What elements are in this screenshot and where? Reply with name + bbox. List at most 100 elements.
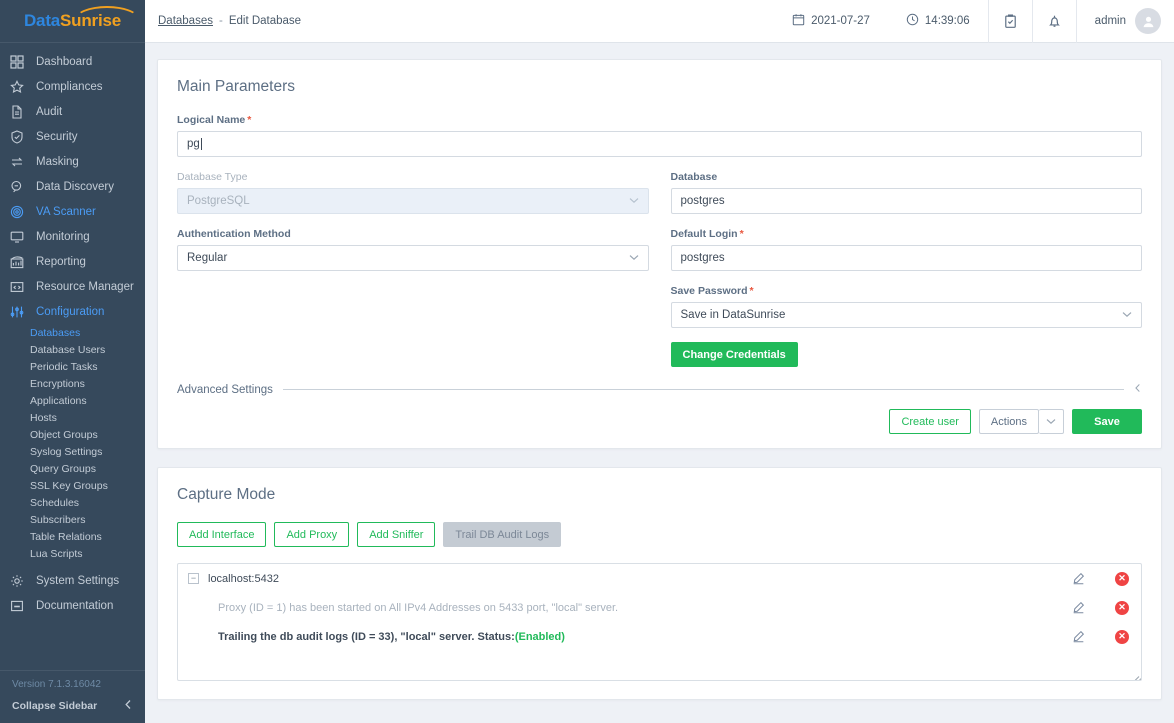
field-label-text: Save Password [670,285,748,297]
sidebar-item-resource-manager[interactable]: Resource Manager [0,274,145,299]
sidebar-item-documentation[interactable]: Documentation [0,593,145,618]
clipboard-check-icon[interactable] [987,0,1032,43]
sidebar-subitem-subscribers[interactable]: Subscribers [0,511,145,528]
capture-mode-title: Capture Mode [177,486,276,503]
book-icon [10,598,32,614]
field-label: Logical Name * [177,114,1142,126]
sidebar-subitem-query-groups[interactable]: Query Groups [0,460,145,477]
sidebar-item-monitoring[interactable]: Monitoring [0,224,145,249]
sidebar-item-label: Monitoring [36,230,90,243]
pencil-icon[interactable] [1072,572,1085,585]
sidebar-subitem-label: Database Users [30,343,106,356]
chevron-down-icon [629,196,639,207]
sidebar-item-compliances[interactable]: Compliances [0,74,145,99]
sidebar-item-va-scanner[interactable]: VA Scanner [0,199,145,224]
delete-circle-icon[interactable]: ✕ [1115,571,1129,586]
document-icon [10,104,32,120]
sidebar-footer: Version 7.1.3.16042 Collapse Sidebar [0,670,145,723]
breadcrumb-link-databases[interactable]: Databases [158,15,213,27]
chevron-down-icon [629,253,639,264]
sidebar-subitem-syslog-settings[interactable]: Syslog Settings [0,443,145,460]
sidebar-subitem-database-users[interactable]: Database Users [0,341,145,358]
magnifier-chat-icon [10,179,32,195]
collapse-sidebar-button[interactable]: Collapse Sidebar [12,699,145,713]
resize-handle[interactable] [1128,667,1141,680]
sidebar-item-label: Dashboard [36,55,93,68]
create-user-button[interactable]: Create user [889,409,971,434]
time-display: 14:39:06 [888,8,988,34]
logical-name-input[interactable]: pg [177,131,1142,157]
sidebar-subitem-ssl-key-groups[interactable]: SSL Key Groups [0,477,145,494]
parameters-left-column: Database Type PostgreSQL Authentication … [177,171,649,367]
field-logical-name: Logical Name * pg [177,114,1142,157]
sidebar-item-label: System Settings [36,574,120,587]
sidebar-subitem-label: Table Relations [30,530,102,543]
sidebar-item-label: VA Scanner [36,205,96,218]
logo[interactable]: DataSunrise [0,0,145,43]
actions-button[interactable]: Actions [978,409,1039,434]
default-login-input[interactable]: postgres [670,245,1142,271]
change-credentials-button[interactable]: Change Credentials [670,342,798,367]
pencil-icon[interactable] [1072,630,1085,643]
monitor-icon [10,229,32,245]
parameters-grid: Database Type PostgreSQL Authentication … [177,171,1142,367]
field-label: Database [670,171,718,183]
delete-circle-icon[interactable]: ✕ [1115,629,1129,644]
add-proxy-button[interactable]: Add Proxy [274,522,350,547]
authentication-method-select[interactable]: Regular [177,245,649,271]
add-sniffer-button[interactable]: Add Sniffer [357,522,436,547]
sidebar-subitem-label: Encryptions [30,377,85,390]
date-display: 2021-07-27 [774,8,888,34]
sidebar-item-security[interactable]: Security [0,124,145,149]
tree-row-text: Trailing the db audit logs (ID = 33), "l… [218,630,515,643]
grid-icon [10,54,32,70]
save-button[interactable]: Save [1072,409,1142,434]
field-label: Save Password * [671,285,1143,297]
chevron-left-icon[interactable] [1134,383,1142,396]
sidebar-subitem-applications[interactable]: Applications [0,392,145,409]
sidebar-subitem-databases[interactable]: Databases [0,324,145,341]
field-authentication-method: Authentication Method Regular [177,228,649,271]
bell-icon[interactable] [1031,0,1076,43]
sidebar-subitem-label: Databases [30,326,81,339]
tree-collapse-toggle[interactable]: − [188,573,199,584]
time-value: 14:39:06 [924,15,970,27]
save-password-value: Save in DataSunrise [680,309,786,321]
sidebar-subitem-object-groups[interactable]: Object Groups [0,426,145,443]
required-marker: * [739,228,744,240]
sidebar-item-data-discovery[interactable]: Data Discovery [0,174,145,199]
add-interface-button[interactable]: Add Interface [177,522,267,547]
sidebar-item-dashboard[interactable]: Dashboard [0,49,145,74]
database-input[interactable]: postgres [670,188,1142,214]
version-label: Version 7.1.3.16042 [12,679,101,690]
sidebar-item-reporting[interactable]: Reporting [0,249,145,274]
sidebar-subitem-table-relations[interactable]: Table Relations [0,528,145,545]
sidebar-item-system-settings[interactable]: System Settings [0,568,145,593]
field-label: Authentication Method [177,228,291,240]
tree-row-proxy: Proxy (ID = 1) has been started on All I… [178,593,1141,622]
sidebar-item-configuration[interactable]: Configuration [0,299,145,324]
advanced-settings-divider[interactable]: Advanced Settings [177,383,1142,396]
sidebar-subitem-encryptions[interactable]: Encryptions [0,375,145,392]
trail-db-audit-logs-button[interactable]: Trail DB Audit Logs [443,522,562,547]
capture-mode-buttons: Add Interface Add Proxy Add Sniffer Trai… [177,522,1142,547]
sidebar-subitem-schedules[interactable]: Schedules [0,494,145,511]
delete-circle-icon[interactable]: ✕ [1115,600,1129,615]
sidebar-subitem-lua-scripts[interactable]: Lua Scripts [0,545,145,562]
row-actions: ✕ [1072,600,1129,615]
actions-dropdown-toggle[interactable] [1039,409,1064,434]
sidebar-item-masking[interactable]: Masking [0,149,145,174]
sidebar-subitem-periodic-tasks[interactable]: Periodic Tasks [0,358,145,375]
sidebar-subitem-hosts[interactable]: Hosts [0,409,145,426]
database-type-value: PostgreSQL [187,195,250,207]
advanced-settings-label: Advanced Settings [177,383,273,396]
sidebar-item-audit[interactable]: Audit [0,99,145,124]
user-menu[interactable]: admin [1075,0,1174,43]
tree-row-text: Proxy (ID = 1) has been started on All I… [218,601,619,614]
content-scroll[interactable]: Main Parameters Logical Name * pg Databas… [145,43,1174,723]
save-password-select[interactable]: Save in DataSunrise [670,302,1142,328]
sidebar-item-label: Security [36,130,78,143]
pencil-icon[interactable] [1072,601,1085,614]
calendar-icon [792,13,805,29]
capture-mode-tree: − localhost:5432 ✕ Proxy (ID = 1) has be… [177,563,1142,681]
